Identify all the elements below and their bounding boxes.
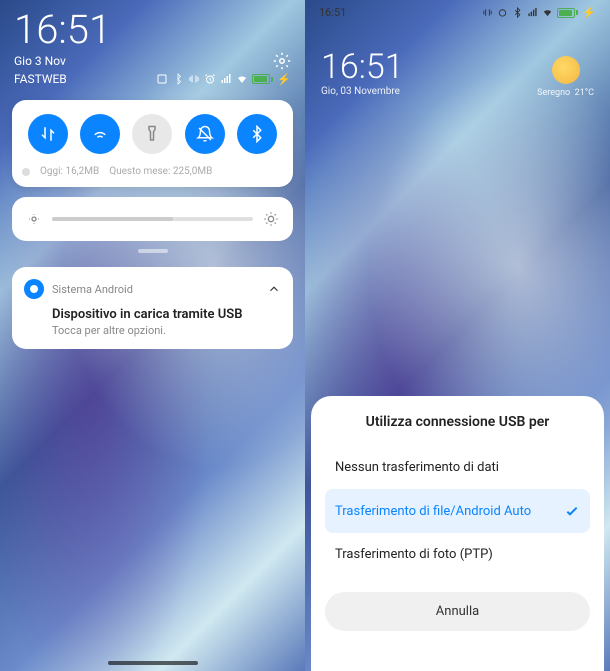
quick-settings-panel: Oggi: 16,2MB Questo mese: 225,0MB [12,100,293,187]
charging-icon: ⚡ [582,6,596,19]
cancel-button[interactable]: Annulla [325,592,590,631]
bluetooth-status-icon [172,73,184,85]
flashlight-toggle[interactable] [132,114,172,154]
home-time: 16:51 [321,50,404,84]
clock-time: 16:51 [14,10,291,50]
signal-icon [527,7,538,18]
notification-body: Tocca per altre opzioni. [52,324,281,337]
status-time: 16:51 [319,6,346,19]
bluetooth-status-icon [512,7,523,18]
battery-indicator [557,8,578,18]
home-clock: 16:51 Gio, 03 Novembre [321,50,404,97]
alarm-icon [497,7,508,18]
option-label: Nessun trasferimento di dati [335,460,499,475]
notification-card[interactable]: Sistema Android Dispositivo in carica tr… [12,267,293,349]
data-usage-month: Questo mese: 225,0MB [109,166,212,177]
brightness-slider[interactable] [12,197,293,241]
charging-icon: ⚡ [277,73,291,86]
clock-date: Gio 3 Nov [14,54,66,68]
brightness-low-icon [26,211,42,227]
settings-gear-icon[interactable] [273,52,291,70]
alarm-icon [204,73,216,85]
option-label: Trasferimento di file/Android Auto [335,504,531,519]
vibrate-icon [482,7,493,18]
signal-icon [220,73,232,85]
usage-dot-icon [22,168,30,176]
weather-widget[interactable]: Seregno 21°C [537,56,594,98]
option-label: Trasferimento di foto (PTP) [335,547,493,562]
wifi-status-icon [542,7,553,18]
bluetooth-toggle[interactable] [237,114,277,154]
chevron-up-icon[interactable] [267,282,281,296]
data-usage-today: Oggi: 16,2MB [40,166,99,177]
sun-icon [552,56,580,84]
usb-option-no-transfer[interactable]: Nessun trasferimento di dati [325,446,590,489]
android-system-icon [24,279,44,299]
wifi-status-icon [236,73,248,85]
data-toggle[interactable] [28,114,68,154]
notification-title: Dispositivo in carica tramite USB [52,307,281,322]
nfc-icon [156,73,168,85]
usb-option-ptp[interactable]: Trasferimento di foto (PTP) [325,533,590,576]
battery-indicator [252,74,273,84]
notification-app-name: Sistema Android [52,283,259,296]
vibrate-icon [188,73,200,85]
status-bar: 16:51 ⚡ [305,0,610,25]
wifi-toggle[interactable] [80,114,120,154]
dnd-toggle[interactable] [185,114,225,154]
usb-dialog-title: Utilizza connessione USB per [325,414,590,430]
carrier-name: FASTWEB [14,72,67,86]
status-bar-icons: ⚡ [156,73,291,86]
home-date: Gio, 03 Novembre [321,86,404,97]
usb-option-file-transfer[interactable]: Trasferimento di file/Android Auto [325,489,590,533]
weather-temp: 21°C [575,88,594,98]
phone-left-notification-panel: 16:51 Gio 3 Nov FASTWEB ⚡ [0,0,305,671]
status-area: 16:51 Gio 3 Nov FASTWEB ⚡ [0,0,305,90]
weather-location: Seregno [537,88,570,98]
check-icon [564,503,580,519]
phone-right-usb-dialog: 16:51 ⚡ 16:51 Gio, 03 Novembre Seregno 2… [305,0,610,671]
panel-handle[interactable] [138,249,168,253]
usb-dialog-sheet: Utilizza connessione USB per Nessun tras… [311,396,604,671]
brightness-high-icon [263,211,279,227]
